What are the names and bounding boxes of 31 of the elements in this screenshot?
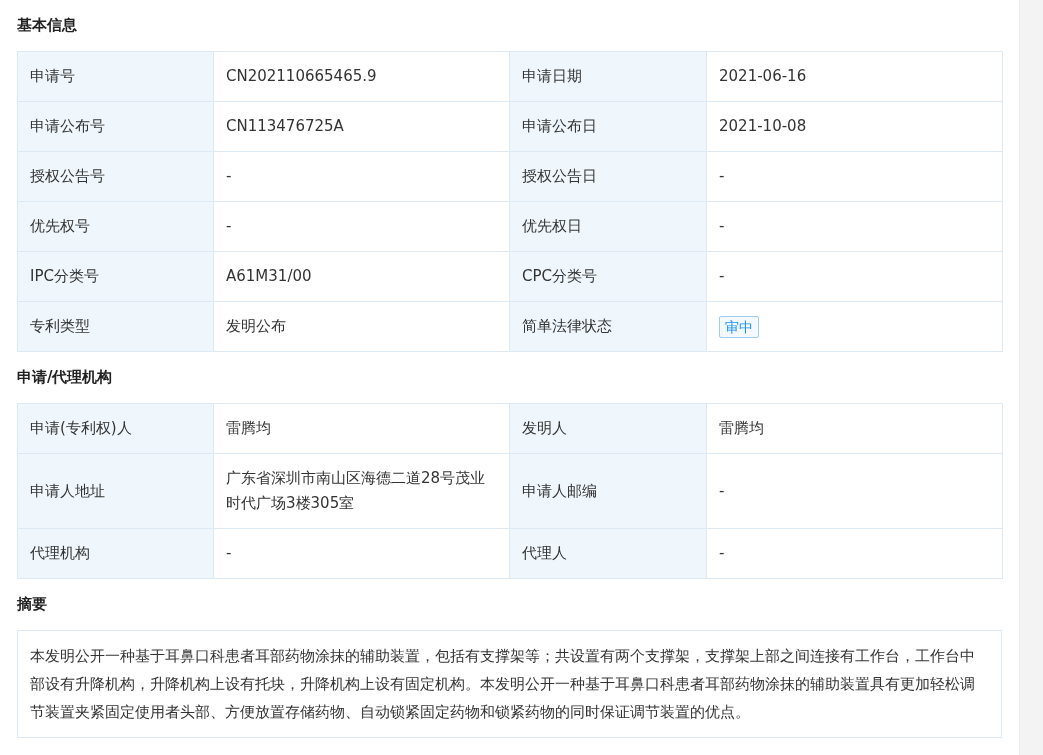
field-label: 专利类型: [18, 302, 214, 352]
field-value: 雷腾均: [707, 404, 1003, 454]
field-label: 申请公布日: [510, 102, 707, 152]
section-title: 申请/代理机构: [17, 367, 114, 388]
field-label: 授权公告日: [510, 152, 707, 202]
field-label: CPC分类号: [510, 252, 707, 302]
field-label: 授权公告号: [18, 152, 214, 202]
field-label: 代理人: [510, 529, 707, 579]
field-label: 申请(专利权)人: [18, 404, 214, 454]
field-label: 申请公布号: [18, 102, 214, 152]
field-label: 申请号: [18, 52, 214, 102]
field-value: -: [707, 202, 1003, 252]
field-label: IPC分类号: [18, 252, 214, 302]
field-label: 申请日期: [510, 52, 707, 102]
section-title: 摘要: [17, 594, 48, 615]
field-label: 代理机构: [18, 529, 214, 579]
field-value: 2021-06-16: [707, 52, 1003, 102]
field-label: 发明人: [510, 404, 707, 454]
field-label: 简单法律状态: [510, 302, 707, 352]
abstract-paragraph: 本发明公开一种基于耳鼻口科患者耳部药物涂抹的辅助装置，包括有支撑架等；共设置有两个支撑架，支撑架上部之间连接有工作台，工作台中部设有升降机构，升降机构上设有托块，升降机构上设有固定机构。本发明公开一种基于耳鼻口科患者耳部药物涂抹的辅助装置具有更加轻松调节装置夹紧固定使用者头部、方便放置存储药物、自动锁紧固定药物和锁紧药物的同时保证调节装置的优点。: [17, 630, 1002, 738]
field-label: 申请人地址: [18, 454, 214, 529]
status-tag: 审中: [719, 315, 759, 338]
field-label: 优先权号: [18, 202, 214, 252]
field-value: -: [707, 252, 1003, 302]
field-label: 申请人邮编: [510, 454, 707, 529]
field-value: -: [707, 152, 1003, 202]
field-value: -: [707, 529, 1003, 579]
section-title: 基本信息: [17, 15, 78, 36]
field-value: -: [707, 454, 1003, 529]
field-value: 2021-10-08: [707, 102, 1003, 152]
field-label: 优先权日: [510, 202, 707, 252]
